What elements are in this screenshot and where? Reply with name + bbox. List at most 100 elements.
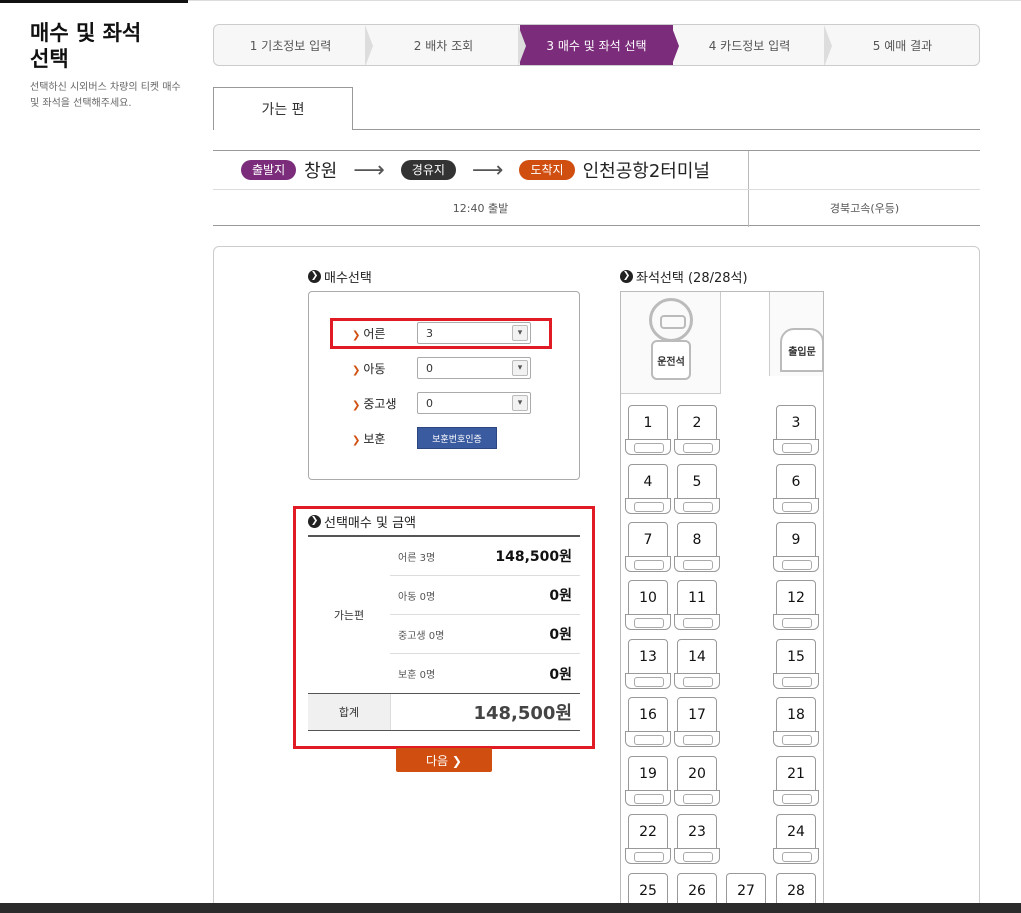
seat-11[interactable]: 11: [674, 580, 720, 630]
seat-number: 21: [776, 756, 816, 792]
student-count-select[interactable]: 0 ▾: [417, 392, 531, 414]
seat-24[interactable]: 24: [773, 814, 819, 864]
chevron-right-icon: ❯: [352, 399, 361, 411]
seat-5[interactable]: 5: [674, 464, 720, 514]
seat-17[interactable]: 17: [674, 697, 720, 747]
seat-number: 20: [677, 756, 717, 792]
seat-cushion: [625, 556, 671, 572]
seat-9[interactable]: 9: [773, 522, 819, 572]
door-label: 출입문: [780, 328, 823, 372]
seat-4[interactable]: 4: [625, 464, 671, 514]
next-button[interactable]: 다음 ❯: [396, 748, 492, 772]
seat-cushion: [773, 498, 819, 514]
seat-cushion: [674, 848, 720, 864]
seat-title-label: 좌석선택 (28/28석): [636, 271, 748, 286]
driver-area: 운전석: [621, 292, 721, 394]
seat-cushion: [674, 556, 720, 572]
seat-cushion: [773, 731, 819, 747]
seat-number: 1: [628, 405, 668, 441]
seat-number: 5: [677, 464, 717, 500]
door-area: 출입문: [769, 292, 823, 376]
seat-cushion: [773, 614, 819, 630]
seat-number: 19: [628, 756, 668, 792]
seat-cushion: [625, 673, 671, 689]
step-progress: 1 기초정보 입력 2 배차 조회 3 매수 및 좌석 선택 4 카드정보 입력…: [213, 24, 980, 66]
seat-19[interactable]: 19: [625, 756, 671, 806]
page-title: 매수 및 좌석 선택: [30, 20, 190, 72]
student-count-value: 0: [426, 396, 433, 410]
seat-number: 23: [677, 814, 717, 850]
seat-cushion: [625, 439, 671, 455]
top-accent-line: [0, 0, 188, 3]
seat-1[interactable]: 1: [625, 405, 671, 455]
page-title-line2: 선택: [30, 47, 69, 71]
chevron-down-icon: ▾: [512, 360, 528, 376]
child-count-select[interactable]: 0 ▾: [417, 357, 531, 379]
tab-outbound[interactable]: 가는 편: [213, 87, 353, 130]
seat-7[interactable]: 7: [625, 522, 671, 572]
departure-badge: 출발지: [241, 160, 297, 180]
chevron-right-icon: ❯: [620, 270, 633, 283]
seat-number: 13: [628, 639, 668, 675]
seat-16[interactable]: 16: [625, 697, 671, 747]
seat-21[interactable]: 21: [773, 756, 819, 806]
seat-number: 4: [628, 464, 668, 500]
seat-number: 9: [776, 522, 816, 558]
seat-20[interactable]: 20: [674, 756, 720, 806]
chevron-right-icon: ❯: [352, 434, 361, 446]
seat-cushion: [773, 673, 819, 689]
seat-cushion: [674, 790, 720, 806]
quantity-title-label: 매수선택: [324, 271, 372, 286]
seat-map: 운전석 출입문 1 2 3 4 5 6 7 8 9 10 11 12 13 14 15 16 17 18 19 20 2…: [620, 291, 824, 913]
taskbar: [0, 903, 1021, 913]
seat-6[interactable]: 6: [773, 464, 819, 514]
seat-cushion: [674, 673, 720, 689]
bus-company: 경북고속(우등): [829, 202, 900, 215]
seat-cushion: [625, 790, 671, 806]
step-1: 1 기초정보 입력: [214, 25, 373, 65]
highlight-box-adult: [330, 318, 552, 349]
qty-row-veteran: ❯ 보훈 보훈번호인증: [352, 426, 497, 450]
seat-cushion: [773, 790, 819, 806]
seat-number: 24: [776, 814, 816, 850]
seat-number: 3: [776, 405, 816, 441]
seat-12[interactable]: 12: [773, 580, 819, 630]
seat-10[interactable]: 10: [625, 580, 671, 630]
qty-label-child: 아동: [363, 361, 386, 376]
seat-13[interactable]: 13: [625, 639, 671, 689]
seat-15[interactable]: 15: [773, 639, 819, 689]
via-badge: 경유지: [400, 160, 456, 180]
seat-cushion: [773, 556, 819, 572]
seat-cushion: [625, 848, 671, 864]
seat-cushion: [674, 614, 720, 630]
driver-seat: 운전석: [651, 340, 691, 380]
seat-23[interactable]: 23: [674, 814, 720, 864]
child-count-value: 0: [426, 361, 433, 375]
arrow-icon: ⟶: [353, 157, 385, 183]
seat-8[interactable]: 8: [674, 522, 720, 572]
arrival-badge: 도착지: [519, 160, 575, 180]
seat-22[interactable]: 22: [625, 814, 671, 864]
seat-number: 11: [677, 580, 717, 616]
seat-number: 12: [776, 580, 816, 616]
seat-number: 18: [776, 697, 816, 733]
seat-number: 6: [776, 464, 816, 500]
seat-2[interactable]: 2: [674, 405, 720, 455]
seat-cushion: [625, 731, 671, 747]
qty-label-student: 중고생: [363, 396, 397, 411]
chevron-down-icon: ▾: [512, 395, 528, 411]
seat-3[interactable]: 3: [773, 405, 819, 455]
seat-number: 2: [677, 405, 717, 441]
seat-18[interactable]: 18: [773, 697, 819, 747]
chevron-right-icon: ❯: [352, 364, 361, 376]
seat-number: 15: [776, 639, 816, 675]
qty-row-student: ❯ 중고생 0 ▾: [352, 391, 531, 415]
arrow-icon: ⟶: [471, 157, 504, 183]
seat-14[interactable]: 14: [674, 639, 720, 689]
veteran-auth-button[interactable]: 보훈번호인증: [417, 427, 497, 449]
seat-cushion: [674, 439, 720, 455]
seat-cushion: [625, 614, 671, 630]
seat-cushion: [674, 731, 720, 747]
highlight-box-summary: [293, 506, 595, 749]
seat-number: 8: [677, 522, 717, 558]
